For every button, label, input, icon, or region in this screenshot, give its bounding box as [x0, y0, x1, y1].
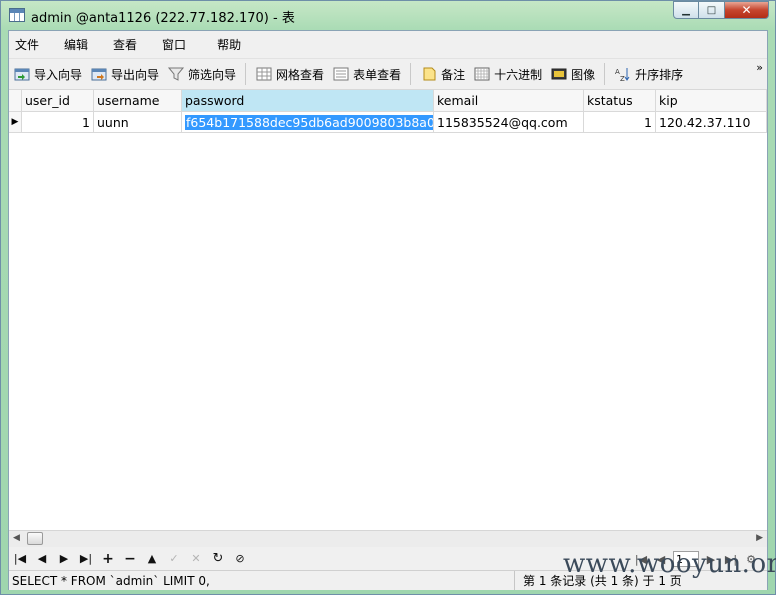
scroll-right-icon[interactable]: ▶	[756, 533, 763, 543]
export-wizard-label: 导出向导	[111, 67, 160, 82]
watermark: www.wooyun.org	[563, 549, 776, 579]
maximize-icon: □	[706, 4, 717, 16]
toolbar-separator	[245, 63, 247, 85]
import-icon	[14, 67, 30, 81]
column-header-password[interactable]: password	[182, 90, 434, 112]
horizontal-scrollbar[interactable]: ◀ ▶	[9, 530, 767, 547]
image-button[interactable]: 图像	[547, 62, 599, 86]
previous-record-icon[interactable]: ◀	[31, 549, 53, 569]
column-header-kstatus[interactable]: kstatus	[584, 90, 656, 112]
image-label: 图像	[571, 67, 596, 82]
scrollbar-thumb[interactable]	[27, 532, 43, 545]
minimize-icon: ▁	[682, 4, 690, 16]
memo-button[interactable]: 备注	[417, 62, 469, 86]
cell-password[interactable]: f654b171588dec95db6ad9009803b8a0	[182, 112, 434, 133]
first-record-icon[interactable]: |◀	[9, 549, 31, 569]
image-icon	[551, 67, 567, 81]
minimize-button[interactable]: ▁	[673, 1, 699, 19]
menu-window[interactable]: 窗口	[156, 36, 192, 53]
add-record-icon[interactable]: +	[97, 549, 119, 569]
memo-icon	[421, 67, 437, 81]
close-button[interactable]: ✕	[725, 1, 769, 19]
filter-wizard-label: 筛选向导	[188, 67, 237, 82]
title-bar[interactable]: admin @anta1126 (222.77.182.170) - 表 ▁ □…	[1, 1, 775, 30]
data-grid: user_id username password kemail kstatus…	[9, 89, 767, 531]
column-header-kip[interactable]: kip	[656, 90, 767, 112]
menu-edit[interactable]: 编辑	[58, 36, 94, 53]
apply-changes-icon[interactable]: ✓	[163, 549, 185, 569]
delete-record-icon[interactable]: −	[119, 549, 141, 569]
maximize-button[interactable]: □	[699, 1, 725, 19]
sort-ascending-icon: AZ	[615, 67, 631, 83]
cell-kip[interactable]: 120.42.37.110	[656, 112, 767, 133]
client-area: 文件 编辑 查看 窗口 帮助 导入向导 导出向导 筛选向导 网格查看 表单查看 …	[8, 30, 768, 590]
window-title: admin @anta1126 (222.77.182.170) - 表	[31, 11, 295, 26]
hex-label: 十六进制	[494, 67, 543, 82]
hex-button[interactable]: 十六进制	[470, 62, 546, 86]
toolbar-separator	[604, 63, 606, 85]
svg-text:Z: Z	[620, 75, 625, 81]
export-wizard-button[interactable]: 导出向导	[87, 62, 163, 86]
table-row[interactable]: ▶ 1 uunn f654b171588dec95db6ad9009803b8a…	[9, 112, 767, 133]
import-wizard-label: 导入向导	[34, 67, 83, 82]
sort-ascending-button[interactable]: AZ 升序排序	[611, 62, 687, 86]
grid-view-label: 网格查看	[276, 67, 325, 82]
hex-icon	[474, 67, 490, 81]
next-record-icon[interactable]: ▶	[53, 549, 75, 569]
form-view-label: 表单查看	[353, 67, 402, 82]
cell-user-id[interactable]: 1	[22, 112, 94, 133]
filter-icon	[167, 67, 185, 81]
toolbar-overflow-button[interactable]: »	[756, 61, 763, 74]
grid-icon	[256, 67, 272, 81]
status-sql: SELECT * FROM `admin` LIMIT 0,	[9, 571, 515, 590]
grid-header: user_id username password kemail kstatus…	[9, 90, 767, 112]
last-record-icon[interactable]: ▶|	[75, 549, 97, 569]
form-view-button[interactable]: 表单查看	[329, 62, 405, 86]
menu-bar: 文件 编辑 查看 窗口 帮助	[9, 31, 767, 58]
discard-changes-icon[interactable]: ✕	[185, 549, 207, 569]
import-wizard-button[interactable]: 导入向导	[10, 62, 86, 86]
table-icon	[9, 8, 25, 22]
stop-icon[interactable]: ⊘	[229, 549, 251, 569]
export-icon	[91, 67, 107, 81]
toolbar-separator	[410, 63, 412, 85]
sort-ascending-label: 升序排序	[635, 67, 684, 82]
memo-label: 备注	[441, 67, 466, 82]
edit-record-icon[interactable]: ▲	[141, 549, 163, 569]
cell-kstatus[interactable]: 1	[584, 112, 656, 133]
window-controls: ▁ □ ✕	[673, 1, 769, 21]
filter-wizard-button[interactable]: 筛选向导	[164, 62, 240, 86]
grid-view-button[interactable]: 网格查看	[252, 62, 328, 86]
cell-kemail[interactable]: 115835524@qq.com	[434, 112, 584, 133]
column-header-username[interactable]: username	[94, 90, 182, 112]
refresh-icon[interactable]: ↻	[207, 549, 229, 569]
app-window: admin @anta1126 (222.77.182.170) - 表 ▁ □…	[0, 0, 776, 595]
menu-help[interactable]: 帮助	[211, 36, 247, 53]
cell-password-value[interactable]: f654b171588dec95db6ad9009803b8a0	[185, 114, 433, 130]
current-row-arrow-icon: ▶	[11, 117, 19, 127]
header-corner	[9, 90, 22, 112]
toolbar: 导入向导 导出向导 筛选向导 网格查看 表单查看 备注 十六进制 图像 A Z …	[9, 58, 767, 89]
column-header-user-id[interactable]: user_id	[22, 90, 94, 112]
column-header-kemail[interactable]: kemail	[434, 90, 584, 112]
form-icon	[333, 67, 349, 81]
scroll-left-icon[interactable]: ◀	[13, 533, 20, 543]
close-icon: ✕	[741, 3, 752, 17]
menu-file[interactable]: 文件	[9, 36, 45, 53]
row-indicator[interactable]: ▶	[9, 112, 22, 133]
menu-view[interactable]: 查看	[107, 36, 143, 53]
cell-username[interactable]: uunn	[94, 112, 182, 133]
